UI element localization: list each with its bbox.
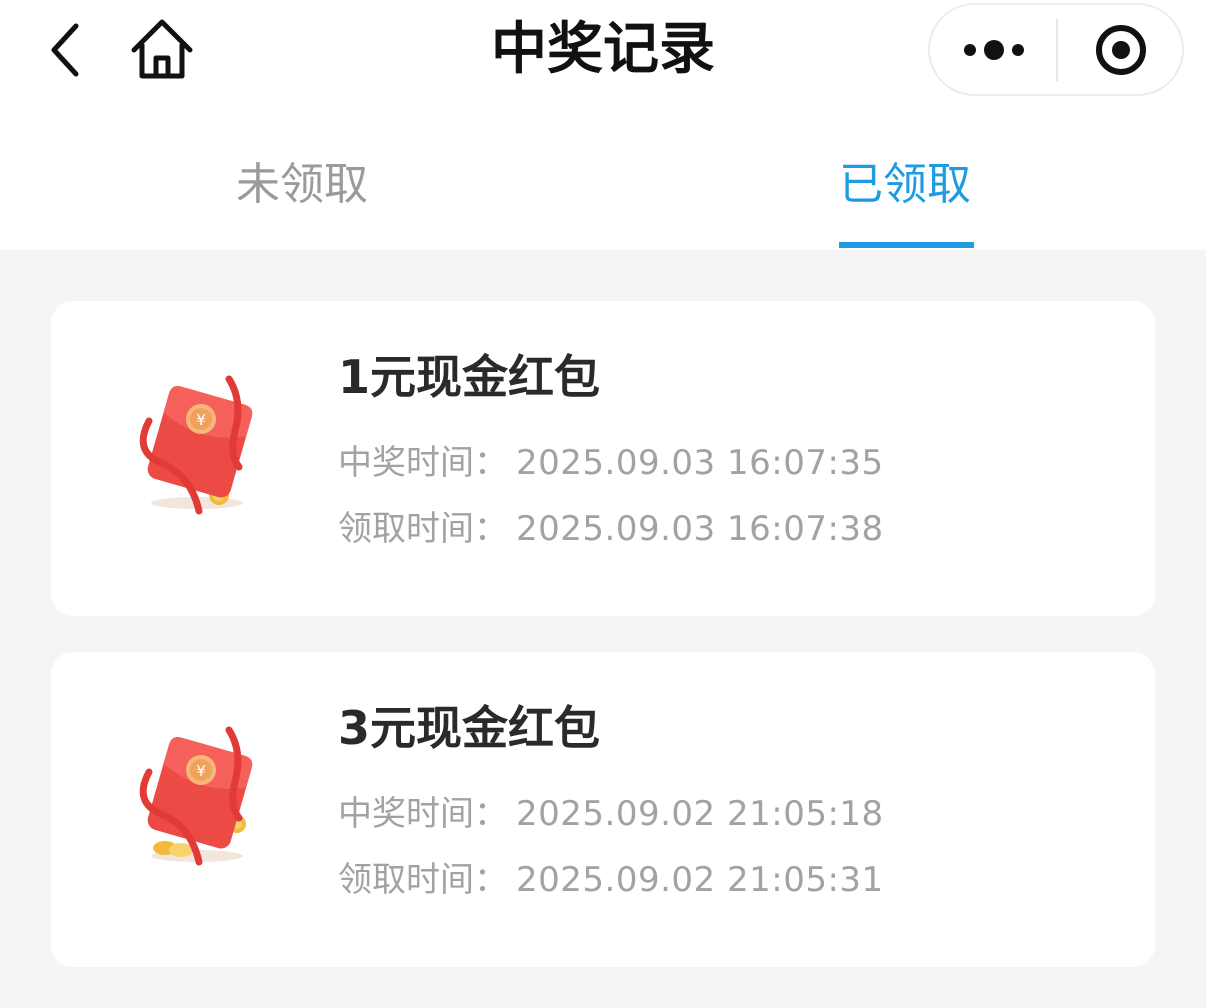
red-envelope-icon: ¥ (139, 375, 253, 515)
claim-time-label: 领取时间： (338, 509, 508, 549)
record-title: 3元现金红包 (338, 701, 601, 755)
svg-text:¥: ¥ (196, 762, 206, 780)
close-button[interactable] (1090, 21, 1152, 79)
more-button[interactable] (954, 25, 1034, 75)
more-dots-icon (964, 40, 1024, 60)
win-time-label: 中奖时间： (338, 443, 508, 483)
claim-time-value: 2025.09.03 16:07:38 (516, 509, 884, 549)
svg-text:¥: ¥ (196, 411, 206, 429)
claim-time-value: 2025.09.02 21:05:31 (516, 860, 884, 900)
win-time-row: 中奖时间： 2025.09.03 16:07:35 (338, 440, 884, 486)
win-time-row: 中奖时间： 2025.09.02 21:05:18 (338, 791, 884, 837)
red-envelope-icon: ¥ (139, 726, 253, 866)
home-button[interactable] (126, 16, 198, 84)
target-close-icon (1096, 25, 1146, 75)
record-title: 1元现金红包 (338, 350, 601, 404)
claim-time-row: 领取时间： 2025.09.03 16:07:38 (338, 506, 884, 552)
win-time-label: 中奖时间： (338, 794, 508, 834)
chevron-left-icon (51, 23, 79, 77)
mini-program-capsule (928, 3, 1184, 96)
win-time-value: 2025.09.03 16:07:35 (516, 443, 884, 483)
claim-time-label: 领取时间： (338, 860, 508, 900)
navigation-bar: 中奖记录 (0, 0, 1206, 125)
tab-unclaimed[interactable]: 未领取 (236, 155, 368, 215)
back-button[interactable] (40, 20, 92, 80)
active-tab-indicator (839, 242, 974, 248)
tab-bar: 未领取 已领取 (0, 125, 1206, 250)
claim-time-row: 领取时间： 2025.09.02 21:05:31 (338, 857, 884, 903)
tab-claimed[interactable]: 已领取 (839, 155, 971, 215)
prize-record-card[interactable]: ¥ 1元现金红包 中奖时间： 2025.09.03 16:07:35 领取时间： 2… (51, 301, 1155, 616)
home-icon (131, 19, 193, 79)
capsule-divider (1056, 19, 1058, 81)
win-time-value: 2025.09.02 21:05:18 (516, 794, 884, 834)
prize-record-card[interactable]: ¥ 3元现金红包 中奖时间： 2025.09.02 21:05:18 领取时间： 2… (51, 652, 1155, 967)
